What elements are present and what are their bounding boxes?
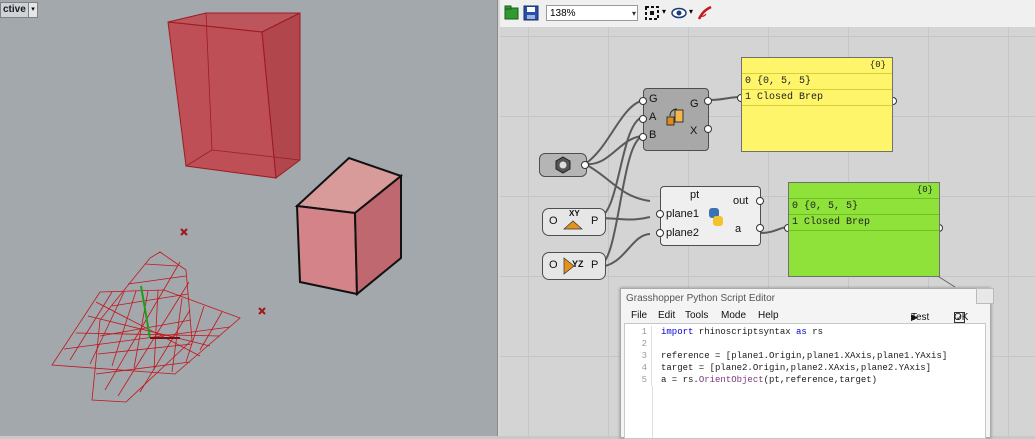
zoom-level-dropdown[interactable]: 138% ▾ xyxy=(546,5,638,21)
orient-output-g[interactable]: G xyxy=(690,98,699,110)
panel-green[interactable]: {0} 0 {0, 5, 5} 1 Closed Brep xyxy=(788,182,940,277)
open-file-icon[interactable] xyxy=(504,5,520,21)
point-marker[interactable] xyxy=(258,307,266,315)
panel-row: 0 {0, 5, 5} xyxy=(745,76,812,87)
panel-row: 1 Closed Brep xyxy=(745,92,824,103)
menu-file[interactable]: File xyxy=(631,310,647,321)
yz-plane-output[interactable]: P xyxy=(591,259,598,271)
output-port[interactable] xyxy=(756,224,764,232)
code-line: import rhinoscriptsyntax as rs xyxy=(661,327,824,337)
input-port[interactable] xyxy=(656,210,664,218)
panel-row: 1 Closed Brep xyxy=(792,217,871,228)
sketch-pen-icon[interactable] xyxy=(697,5,713,21)
input-port[interactable] xyxy=(639,97,647,105)
orient-output-x[interactable]: X xyxy=(690,125,697,137)
zoom-extents-icon[interactable] xyxy=(644,5,660,21)
output-port[interactable] xyxy=(704,125,712,133)
geometry-icon xyxy=(555,156,571,174)
orient-icon xyxy=(666,108,684,126)
menu-help[interactable]: Help xyxy=(758,310,779,321)
input-port[interactable] xyxy=(639,133,647,141)
panel-row: 0 {0, 5, 5} xyxy=(792,201,859,212)
orient-input-a[interactable]: A xyxy=(649,111,656,123)
code-line: a = rs.OrientObject(pt,reference,target) xyxy=(661,375,878,385)
oriented-box[interactable] xyxy=(294,156,404,297)
rhino-viewport[interactable]: ctive ▾ xyxy=(0,0,497,436)
yz-plane-label: YZ xyxy=(572,259,584,269)
line-number: 1 xyxy=(625,326,652,338)
menu-edit[interactable]: Edit xyxy=(658,310,675,321)
panel-yellow[interactable]: {0} 0 {0, 5, 5} 1 Closed Brep xyxy=(741,57,893,152)
plane-grid xyxy=(91,251,193,403)
python-icon xyxy=(709,208,723,226)
gh-toolbar: 138% ▾ ▾ ▾ xyxy=(500,0,1035,28)
python-script-component[interactable]: pt plane1 plane2 out a xyxy=(660,186,761,246)
orient-input-b[interactable]: B xyxy=(649,129,656,141)
menu-mode[interactable]: Mode xyxy=(721,310,746,321)
python-output-a[interactable]: a xyxy=(735,223,741,235)
tall-red-box[interactable] xyxy=(167,12,301,179)
line-number: 3 xyxy=(625,350,652,362)
close-button[interactable] xyxy=(976,288,994,304)
menu-tools[interactable]: Tools xyxy=(685,310,708,321)
zoom-value: 138% xyxy=(550,8,576,19)
chevron-down-icon[interactable]: ▾ xyxy=(662,7,666,16)
python-output-out[interactable]: out xyxy=(733,195,748,207)
line-number: 4 xyxy=(625,362,652,374)
code-line: target = [plane2.Origin,plane2.XAxis,pla… xyxy=(661,363,932,373)
output-port[interactable] xyxy=(704,97,712,105)
python-input-plane1[interactable]: plane1 xyxy=(666,208,699,220)
save-file-icon[interactable] xyxy=(523,5,539,21)
chevron-down-icon: ▾ xyxy=(631,9,636,18)
python-input-pt[interactable]: pt xyxy=(690,189,699,201)
preview-eye-icon[interactable] xyxy=(671,5,687,21)
xy-plane-component[interactable]: O XY P xyxy=(542,208,606,236)
chevron-down-icon[interactable]: ▾ xyxy=(689,7,693,16)
line-number: 2 xyxy=(625,338,652,350)
code-editor[interactable]: 1 2 3 4 5 import rhinoscriptsyntax as rs… xyxy=(624,323,986,439)
point-marker[interactable] xyxy=(180,228,188,236)
python-input-plane2[interactable]: plane2 xyxy=(666,227,699,239)
editor-title: Grasshopper Python Script Editor xyxy=(626,293,775,304)
output-port[interactable] xyxy=(581,161,589,169)
panel-branch-tag: {0} xyxy=(869,60,886,70)
input-port[interactable] xyxy=(639,115,647,123)
xy-plane-origin-input[interactable]: O xyxy=(549,215,558,227)
geometry-param[interactable] xyxy=(539,153,587,177)
plane-grid xyxy=(51,289,241,375)
python-script-editor[interactable]: Grasshopper Python Script Editor File Ed… xyxy=(620,288,994,439)
output-port[interactable] xyxy=(756,197,764,205)
yz-plane-component[interactable]: O YZ P xyxy=(542,252,606,280)
xy-plane-label: XY xyxy=(569,209,580,218)
panel-branch-tag: {0} xyxy=(916,185,933,195)
test-button-label: Test xyxy=(911,312,930,323)
ok-button-label: OK xyxy=(954,312,969,323)
yz-plane-origin-input[interactable]: O xyxy=(549,259,558,271)
line-number: 5 xyxy=(625,374,652,386)
xy-plane-output[interactable]: P xyxy=(591,215,598,227)
code-line: reference = [plane1.Origin,plane1.XAxis,… xyxy=(661,351,948,361)
orient-component[interactable]: G A B G X xyxy=(643,88,709,151)
orient-input-g[interactable]: G xyxy=(649,93,658,105)
viewport-scene xyxy=(51,12,404,403)
editor-menu-bar: File Edit Tools Mode Help ▶ Test ✓ OK xyxy=(621,308,990,323)
input-port[interactable] xyxy=(656,229,664,237)
